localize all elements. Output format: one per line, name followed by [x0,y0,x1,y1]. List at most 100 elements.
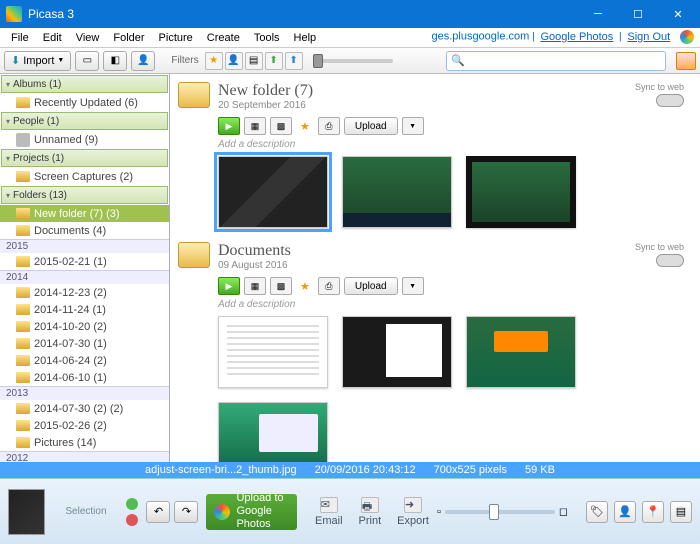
upload-dropdown[interactable]: ▼ [402,117,424,135]
sidebar-item[interactable]: 2015-02-26 (2) [0,417,169,434]
sync-to-web[interactable]: Sync to web [635,242,684,269]
collage-button[interactable]: ▦ [244,277,266,295]
sidebar-item[interactable]: 2014-07-30 (2) (2) [0,400,169,417]
year-header: 2014 [0,270,169,284]
app-icon [6,6,22,22]
folder-name[interactable]: Documents [218,242,291,260]
upload-button[interactable]: Upload [344,277,398,295]
zoom-slider[interactable] [445,510,555,514]
view-mode-button[interactable]: ◧ [103,51,127,71]
movie-button[interactable]: ▩ [270,117,292,135]
sidebar-item[interactable]: Unnamed (9) [0,131,169,148]
people-button[interactable]: 👤 [131,51,155,71]
email-button[interactable]: ✉Email [315,497,343,527]
zoom-in-icon[interactable]: ◻ [559,505,568,518]
sidebar-item[interactable]: Pictures (14) [0,434,169,451]
upload-dropdown[interactable]: ▼ [402,277,424,295]
info-button[interactable]: ▤ [670,501,692,523]
filter-movie[interactable]: ▤ [245,52,263,70]
sidebar-category[interactable]: ▾Folders (13) [1,186,168,204]
menu-picture[interactable]: Picture [152,30,200,46]
search-input[interactable]: 🔍 [446,51,666,71]
minimize-button[interactable]: ─ [578,0,618,28]
sidebar-item[interactable]: 2014-11-24 (1) [0,301,169,318]
sync-icon[interactable] [676,52,696,70]
year-header: 2013 [0,386,169,400]
sidebar-item-label: 2014-07-30 (1) [34,338,107,350]
thumbnail[interactable] [342,156,452,228]
sidebar-item[interactable]: Documents (4) [0,222,169,239]
import-button[interactable]: ⬇Import▼ [4,51,71,71]
star-icon[interactable]: ★ [300,120,310,133]
sync-to-web[interactable]: Sync to web [635,82,684,109]
geo-tag-button[interactable]: 📍 [642,501,664,523]
star-icon[interactable]: ★ [300,280,310,293]
description-field[interactable]: Add a description [218,139,692,150]
rotate-right-button[interactable]: ↷ [174,501,198,523]
sidebar-item-label: New folder (7) (3) [34,208,120,220]
sidebar-category[interactable]: ▾Projects (1) [1,149,168,167]
menu-file[interactable]: File [4,30,36,46]
folder-icon [16,372,30,383]
thumbnail[interactable] [466,156,576,228]
thumbnail[interactable] [218,156,328,228]
clear-pin[interactable] [126,514,138,526]
filter-tag[interactable]: ⬆ [285,52,303,70]
tag-button[interactable]: 🏷 [586,501,608,523]
menu-create[interactable]: Create [200,30,247,46]
menu-edit[interactable]: Edit [36,30,69,46]
share-button[interactable]: ⎙ [318,277,340,295]
collage-button[interactable]: ▦ [244,117,266,135]
sidebar-item[interactable]: New folder (7) (3) [0,205,169,222]
selection-label: Selection [53,506,118,517]
folder-name[interactable]: New folder (7) [218,82,313,100]
upload-google-button[interactable]: Upload to Google Photos [206,494,297,530]
thumbnail[interactable] [218,402,328,462]
filter-slider[interactable] [313,59,393,63]
sidebar-item-label: 2015-02-26 (2) [34,420,107,432]
sidebar-item[interactable]: 2014-06-10 (1) [0,369,169,386]
sidebar-item[interactable]: 2014-12-23 (2) [0,284,169,301]
google-photos-link[interactable]: Google Photos [540,31,613,43]
filter-star[interactable]: ★ [205,52,223,70]
maximize-button[interactable]: ☐ [618,0,658,28]
movie-button[interactable]: ▩ [270,277,292,295]
hold-pin[interactable] [126,498,138,510]
upload-button[interactable]: Upload [344,117,398,135]
print-button[interactable]: 🖶Print [359,497,382,527]
menu-help[interactable]: Help [287,30,324,46]
thumbnail[interactable] [218,316,328,388]
menu-folder[interactable]: Folder [106,30,151,46]
sidebar-category[interactable]: ▾Albums (1) [1,75,168,93]
rotate-left-button[interactable]: ↶ [146,501,170,523]
menu-view[interactable]: View [69,30,107,46]
filter-geo[interactable]: ⬆ [265,52,283,70]
thumbnail[interactable] [342,316,452,388]
thumbnail[interactable] [466,316,576,388]
sidebar-item[interactable]: Screen Captures (2) [0,168,169,185]
play-button[interactable]: ▶ [218,277,240,295]
people-tag-button[interactable]: 👤 [614,501,636,523]
close-button[interactable]: ✕ [658,0,698,28]
sidebar-item[interactable]: Recently Updated (6) [0,94,169,111]
sync-toggle[interactable] [656,254,684,267]
status-size: 59 KB [525,464,555,476]
sidebar-item[interactable]: 2014-06-24 (2) [0,352,169,369]
menu-tools[interactable]: Tools [247,30,287,46]
sidebar-category[interactable]: ▾People (1) [1,112,168,130]
filter-face[interactable]: 👤 [225,52,243,70]
sign-out-link[interactable]: Sign Out [627,31,670,43]
description-field[interactable]: Add a description [218,299,692,310]
sidebar-item[interactable]: 2014-10-20 (2) [0,318,169,335]
export-button[interactable]: ➜Export [397,497,429,527]
sidebar-item[interactable]: 2014-07-30 (1) [0,335,169,352]
sync-toggle[interactable] [656,94,684,107]
sidebar-item[interactable]: 2015-02-21 (1) [0,253,169,270]
share-button[interactable]: ⎙ [318,117,340,135]
play-button[interactable]: ▶ [218,117,240,135]
statusbar: adjust-screen-bri...2_thumb.jpg 20/09/20… [0,462,700,478]
new-album-button[interactable]: ▭ [75,51,99,71]
filters-label: Filters [171,55,198,66]
sidebar-item-label: Recently Updated (6) [34,97,138,109]
zoom-out-icon[interactable]: ▫ [437,506,441,518]
